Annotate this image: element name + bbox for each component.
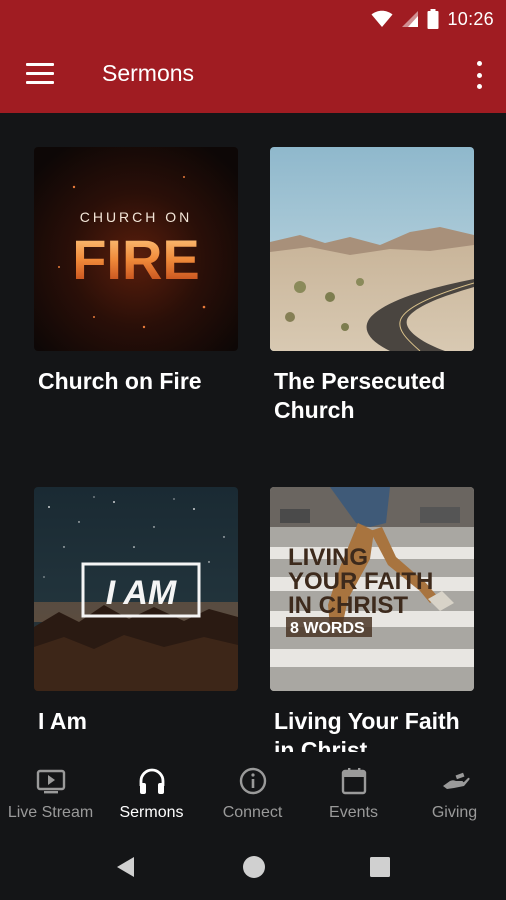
crosswalk-walking-image: LIVING YOUR FAITH IN CHRIST 8 WORDS <box>270 487 474 691</box>
status-bar: 10:26 <box>0 0 506 38</box>
status-time: 10:26 <box>447 8 494 29</box>
desert-road-image <box>270 147 474 351</box>
wifi-icon <box>371 10 393 27</box>
sermon-artwork[interactable] <box>270 147 474 351</box>
night-mountain-image: I AM <box>34 487 238 691</box>
home-icon[interactable] <box>242 855 266 879</box>
sermon-artwork[interactable]: I AM <box>34 487 238 691</box>
nav-label: Events <box>329 804 378 821</box>
sermon-title[interactable]: I Am <box>38 707 238 736</box>
sermon-card[interactable]: CHURCH ON FIRE Church on Fire <box>34 147 238 396</box>
nav-label: Live Stream <box>7 804 94 821</box>
nav-item-connect[interactable]: Connect <box>202 752 303 834</box>
sermon-artwork[interactable]: CHURCH ON FIRE <box>34 147 238 351</box>
cell-signal-icon <box>402 11 419 27</box>
headphones-icon <box>139 768 165 794</box>
status-icons: 10:26 <box>371 6 494 32</box>
bottom-navigation: Live Stream Sermons Connect Events Givin… <box>0 752 506 834</box>
nav-item-events[interactable]: Events <box>303 752 404 834</box>
nav-label: Connect <box>222 804 283 821</box>
art-top-text: CHURCH ON <box>80 209 193 225</box>
art-line-2: YOUR FAITH <box>288 568 433 595</box>
calendar-icon <box>341 768 367 795</box>
nav-label: Giving <box>431 804 478 821</box>
sermon-title[interactable]: Church on Fire <box>38 367 238 396</box>
system-navigation-bar <box>0 834 506 900</box>
info-icon <box>239 767 267 795</box>
tv-play-icon <box>36 769 66 794</box>
more-options-icon[interactable] <box>474 60 484 90</box>
nav-item-live-stream[interactable]: Live Stream <box>0 752 101 834</box>
recents-icon[interactable] <box>369 856 391 878</box>
sermon-card[interactable]: LIVING YOUR FAITH IN CHRIST 8 WORDS Livi… <box>270 487 474 765</box>
battery-icon <box>427 9 439 29</box>
sermon-artwork[interactable]: LIVING YOUR FAITH IN CHRIST 8 WORDS <box>270 487 474 691</box>
sermon-title[interactable]: The Persecuted Church <box>274 367 474 425</box>
nav-item-sermons[interactable]: Sermons <box>101 752 202 834</box>
menu-icon[interactable] <box>26 63 54 87</box>
page-title: Sermons <box>102 60 195 86</box>
app-bar: Sermons <box>0 38 506 113</box>
fire-artwork-image: CHURCH ON FIRE <box>34 147 238 351</box>
art-line-3: IN CHRIST <box>288 592 408 619</box>
art-line-1: LIVING <box>288 544 368 571</box>
art-main-text: FIRE <box>72 228 200 291</box>
sermon-card[interactable]: The Persecuted Church <box>270 147 474 425</box>
art-main-text: I AM <box>106 574 177 612</box>
art-subtitle: 8 WORDS <box>290 620 365 637</box>
sermon-card[interactable]: I AM I Am <box>34 487 238 736</box>
nav-label: Sermons <box>119 804 184 821</box>
back-icon[interactable] <box>114 855 138 879</box>
nav-item-giving[interactable]: Giving <box>404 752 505 834</box>
hand-giving-icon <box>443 772 470 789</box>
